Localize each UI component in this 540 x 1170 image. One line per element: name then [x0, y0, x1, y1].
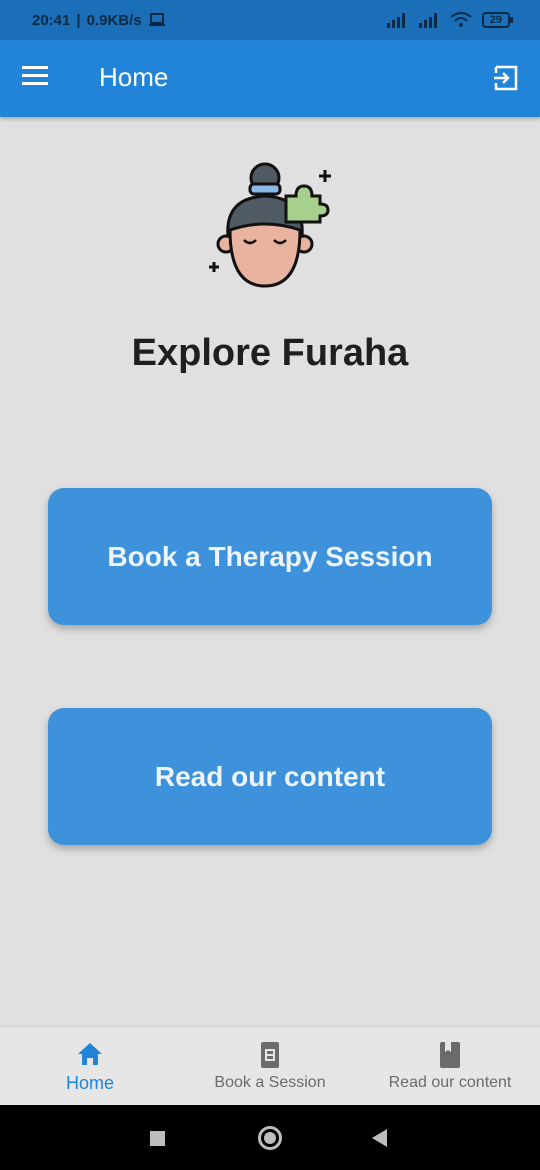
menu-icon[interactable]	[22, 66, 54, 90]
page-title: Explore Furaha	[131, 332, 409, 374]
app-bar: Home	[0, 40, 540, 117]
recents-button[interactable]	[150, 1131, 165, 1146]
bottom-nav: Home Book a Session Read our content	[0, 1026, 540, 1105]
signal-icon	[386, 13, 405, 28]
status-time: 20:41	[32, 11, 71, 29]
logout-icon[interactable]	[492, 64, 520, 92]
signal-icon-2	[418, 13, 437, 28]
nav-label-book-session: Book a Session	[214, 1074, 326, 1091]
nav-item-home[interactable]: Home	[0, 1027, 180, 1105]
nav-item-book-session[interactable]: Book a Session	[180, 1027, 360, 1105]
status-right: 29	[386, 12, 514, 28]
contacts-book-icon	[261, 1042, 279, 1068]
home-system-button[interactable]	[258, 1126, 282, 1150]
status-speed: 0.9KB/s	[86, 11, 142, 29]
page-title-appbar: Home	[99, 62, 169, 92]
status-separator: |	[76, 11, 81, 29]
wifi-icon	[450, 12, 472, 27]
book-icon	[440, 1042, 460, 1068]
book-therapy-session-button[interactable]: Book a Therapy Session	[48, 488, 492, 625]
home-icon	[78, 1042, 102, 1065]
nav-label-home: Home	[65, 1072, 114, 1093]
laptop-icon	[148, 13, 165, 26]
status-left: 20:41 | 0.9KB/s	[32, 12, 166, 29]
read-our-content-button[interactable]: Read our content	[48, 708, 492, 845]
nav-label-read-content: Read our content	[388, 1074, 512, 1091]
back-button[interactable]	[372, 1129, 387, 1147]
system-nav-bar	[0, 1105, 540, 1170]
status-bar: 20:41 | 0.9KB/s 29	[0, 0, 540, 40]
nav-item-read-content[interactable]: Read our content	[360, 1027, 540, 1105]
meditating-person-illustration	[209, 162, 331, 288]
battery-indicator: 29	[481, 12, 514, 28]
